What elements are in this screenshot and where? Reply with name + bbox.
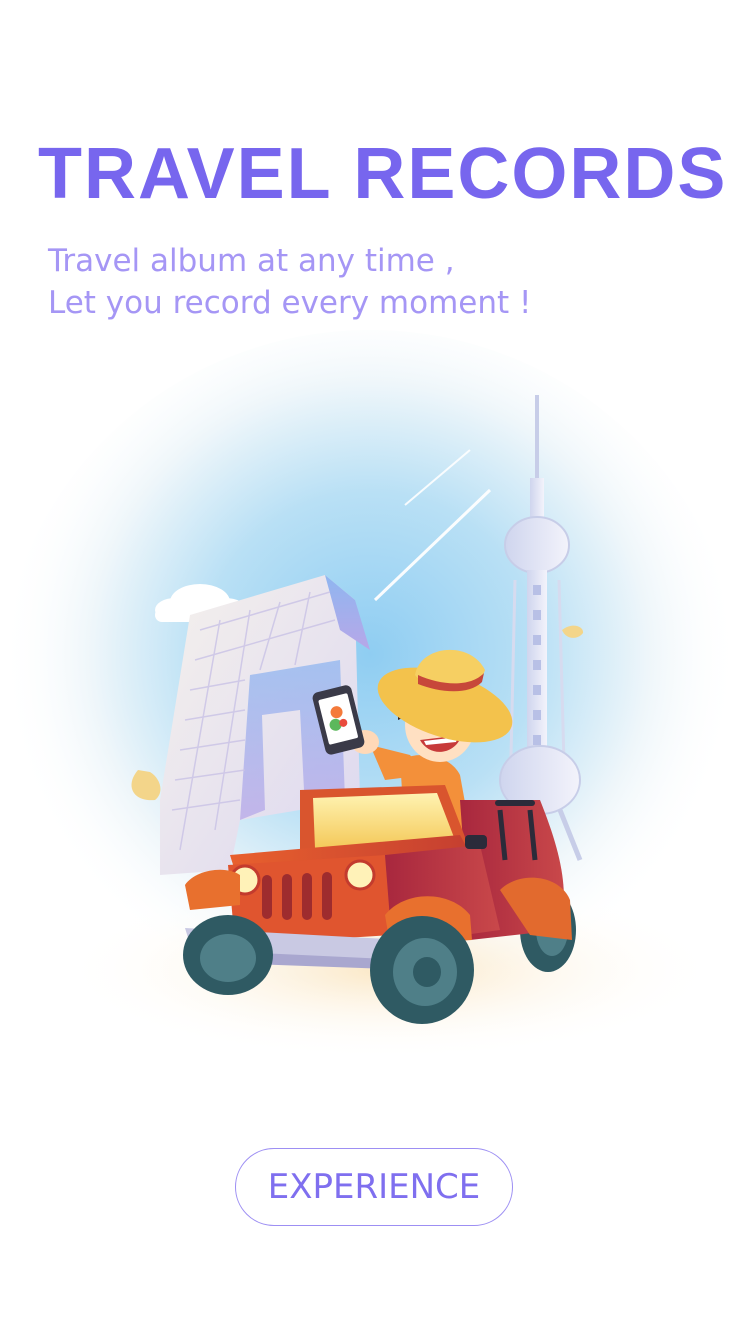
subtitle-line-1: Travel album at any time , (48, 243, 455, 279)
subtitle: Travel album at any time , Let you recor… (48, 240, 531, 324)
travel-illustration (0, 330, 740, 1060)
experience-button[interactable]: EXPERIENCE (235, 1148, 513, 1226)
subtitle-line-2: Let you record every moment ! (48, 285, 532, 321)
page-title: TRAVEL RECORDS (38, 134, 728, 214)
